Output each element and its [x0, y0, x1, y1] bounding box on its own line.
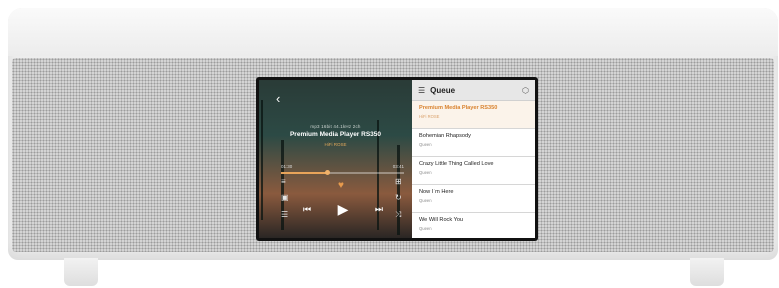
queue-item[interactable]: We Will Rock You Queen — [412, 213, 535, 238]
queue-header: ☰ Queue ⬡ — [412, 80, 535, 101]
time-total: 03:41 — [392, 164, 404, 169]
back-arrow-icon[interactable]: ‹ — [276, 92, 280, 105]
time-elapsed: 01:30 — [281, 164, 293, 169]
palm-tree-silhouette — [261, 100, 263, 220]
shuffle-icon[interactable]: ⤨ — [395, 211, 401, 219]
queue-item[interactable]: Premium Media Player RS350 HiFi ROSE — [412, 101, 535, 129]
progress-bar[interactable] — [281, 170, 404, 175]
favorite-heart-icon[interactable]: ♥ — [338, 180, 344, 191]
transport-controls: ⏮ ▶ ⏭ — [303, 202, 383, 216]
queue-item-title: Crazy Little Thing Called Love — [419, 161, 494, 167]
now-playing-panel: ‹ mp3 16bit 44.1kHz 2ch Premium Media Pl… — [259, 80, 412, 238]
queue-title: Queue — [430, 85, 456, 95]
device-top-panel — [8, 8, 778, 56]
track-title: Premium Media Player RS350 — [289, 131, 382, 138]
queue-item-artist: Queen — [419, 226, 432, 231]
progress-fill — [281, 172, 328, 174]
audio-format: mp3 16bit 44.1kHz 2ch — [310, 124, 361, 129]
next-track-icon[interactable]: ⏭ — [375, 204, 383, 214]
track-times: 01:30 03:41 — [281, 164, 404, 169]
device-foot-left — [64, 258, 98, 286]
queue-list-icon: ☰ — [418, 85, 426, 95]
queue-item-title: Premium Media Player RS350 — [419, 105, 498, 111]
queue-list: Premium Media Player RS350 HiFi ROSE Boh… — [412, 101, 535, 238]
track-meta: mp3 16bit 44.1kHz 2ch Premium Media Play… — [259, 124, 412, 147]
play-icon[interactable]: ▶ — [338, 202, 349, 216]
menu-icon[interactable]: ☰ — [281, 211, 288, 219]
queue-item-title: Now I`m Here — [419, 189, 454, 195]
queue-item-title: We Will Rock You — [419, 217, 464, 223]
touch-screen: ‹ mp3 16bit 44.1kHz 2ch Premium Media Pl… — [259, 80, 535, 238]
queue-item-artist: HiFi ROSE — [419, 114, 440, 119]
album-art-icon[interactable]: ▣ — [281, 194, 289, 202]
screen-bezel: ‹ mp3 16bit 44.1kHz 2ch Premium Media Pl… — [256, 77, 538, 241]
repeat-icon[interactable]: ↻ — [395, 194, 402, 202]
queue-item-artist: Queen — [419, 142, 432, 147]
queue-panel: ☰ Queue ⬡ Premium Media Player RS350 HiF… — [412, 80, 535, 238]
track-artist: HiFi ROSE — [324, 142, 347, 147]
queue-list-icon[interactable]: ≡ — [281, 178, 286, 186]
queue-item[interactable]: Now I`m Here Queen — [412, 185, 535, 213]
palm-tree-silhouette — [397, 145, 400, 235]
queue-item-artist: Queen — [419, 198, 432, 203]
cast-icon[interactable]: ⬡ — [522, 86, 529, 95]
queue-item-title: Bohemian Rhapsody — [419, 133, 471, 139]
previous-track-icon[interactable]: ⏮ — [303, 204, 311, 214]
device-foot-right — [690, 258, 724, 286]
queue-item-artist: Queen — [419, 170, 432, 175]
queue-item[interactable]: Bohemian Rhapsody Queen — [412, 129, 535, 157]
add-playlist-icon[interactable]: ⊞ — [395, 178, 402, 186]
progress-knob[interactable] — [325, 170, 331, 175]
queue-item[interactable]: Crazy Little Thing Called Love Queen — [412, 157, 535, 185]
